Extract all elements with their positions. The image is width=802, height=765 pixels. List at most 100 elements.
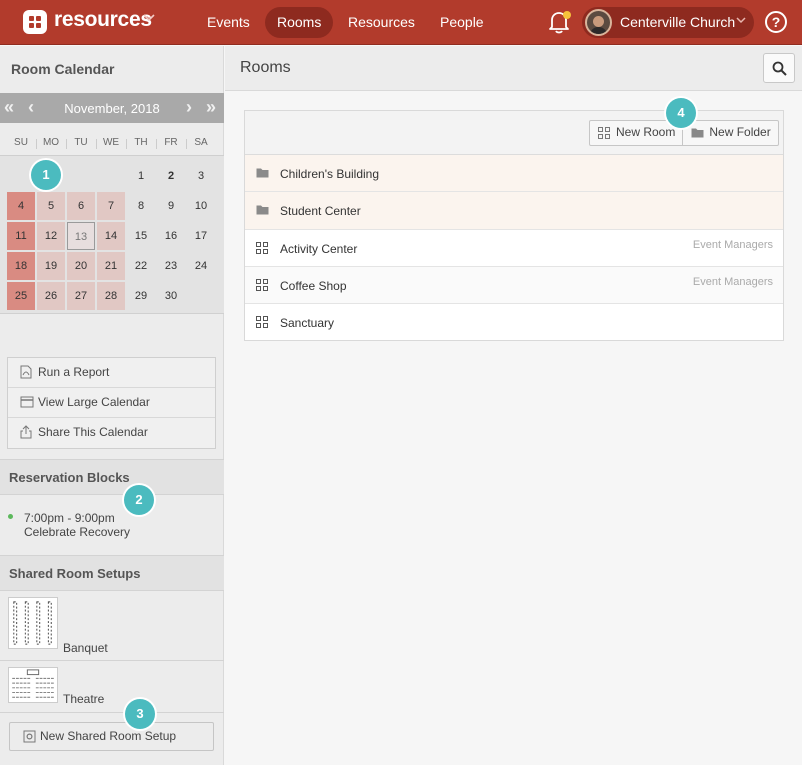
room-row-activity-center[interactable]: Activity Center Event Managers — [245, 230, 783, 267]
weekday-label: FR — [164, 137, 178, 148]
calendar-day[interactable]: 27 — [67, 282, 95, 310]
calendar-day[interactable]: 2 — [157, 162, 185, 190]
reservation-block-time[interactable]: 7:00pm - 9:00pm — [24, 511, 115, 525]
calendar-day[interactable]: 30 — [157, 282, 185, 310]
new-room-button[interactable]: New Room — [590, 121, 682, 145]
nav-resources[interactable]: Resources — [336, 7, 427, 38]
calendar-day[interactable]: 23 — [157, 252, 185, 280]
run-report-button[interactable]: Run a Report — [8, 358, 215, 388]
new-room-label: New Room — [616, 125, 676, 139]
calendar-day[interactable]: 6 — [67, 192, 95, 220]
room-row-sanctuary[interactable]: Sanctuary — [245, 304, 783, 341]
app-switcher-label[interactable]: resources — [54, 8, 152, 32]
setup-label-banquet: Banquet — [63, 641, 108, 655]
calendar-day[interactable]: 9 — [157, 192, 185, 220]
next-month-button[interactable]: › — [186, 97, 192, 118]
weekday-label: TH — [134, 137, 148, 148]
search-button[interactable] — [763, 53, 795, 83]
view-large-calendar-label: View Large Calendar — [38, 395, 150, 409]
theatre-layout-icon — [8, 667, 58, 703]
calendar-day[interactable]: 29 — [127, 282, 155, 310]
nav-rooms[interactable]: Rooms — [265, 7, 334, 38]
next-year-button[interactable]: » — [206, 97, 216, 118]
reservation-block-name[interactable]: Celebrate Recovery — [24, 525, 130, 539]
status-dot — [8, 514, 13, 519]
room-row-coffee-shop[interactable]: Coffee Shop Event Managers — [245, 267, 783, 304]
calendar-icon — [20, 396, 34, 408]
calendar-day[interactable]: 4 — [7, 192, 35, 220]
reservation-blocks-title: Reservation Blocks — [9, 470, 130, 485]
calendar-day[interactable]: 8 — [127, 192, 155, 220]
calendar-day[interactable]: 28 — [97, 282, 125, 310]
setup-item-banquet[interactable]: Banquet — [0, 592, 224, 661]
room-name: Coffee Shop — [280, 279, 347, 293]
gear-icon — [23, 730, 36, 743]
nav-events[interactable]: Events — [195, 7, 262, 38]
room-row-childrens-building[interactable]: Children's Building — [245, 155, 783, 192]
share-icon — [20, 425, 32, 439]
weekday-label: SU — [14, 137, 28, 148]
calendar-day[interactable]: 20 — [67, 252, 95, 280]
callout-badge-3: 3 — [125, 699, 155, 729]
new-folder-button[interactable]: New Folder — [682, 121, 777, 145]
calendar-day[interactable]: 5 — [37, 192, 65, 220]
calendar-day[interactable]: 10 — [187, 192, 215, 220]
calendar-day[interactable]: 12 — [37, 222, 65, 250]
calendar-day[interactable]: 14 — [97, 222, 125, 250]
calendar-day[interactable]: 3 — [187, 162, 215, 190]
avatar[interactable] — [585, 9, 612, 36]
calendar-day[interactable]: 26 — [37, 282, 65, 310]
folder-icon — [256, 168, 269, 178]
rooms-toolbar: New Room New Folder — [245, 111, 783, 155]
calendar-day[interactable]: 19 — [37, 252, 65, 280]
weekday-label: MO — [42, 137, 60, 148]
pdf-icon — [20, 365, 32, 379]
new-shared-room-setup-button[interactable]: New Shared Room Setup — [9, 722, 214, 751]
calendar-day[interactable]: 7 — [97, 192, 125, 220]
calendar-day[interactable]: 1 — [127, 162, 155, 190]
weekday-label: TU — [74, 137, 88, 148]
view-large-calendar-button[interactable]: View Large Calendar — [8, 388, 215, 418]
sidebar: Room Calendar « ‹ November, 2018 › » SU … — [0, 46, 224, 765]
calendar-day[interactable]: 13 — [67, 222, 95, 250]
callout-badge-1: 1 — [31, 160, 61, 190]
calendar-day[interactable]: 15 — [127, 222, 155, 250]
run-report-label: Run a Report — [38, 365, 110, 379]
help-icon[interactable]: ? — [765, 11, 787, 33]
room-name: Sanctuary — [280, 316, 335, 330]
room-name: Activity Center — [280, 242, 358, 256]
chevron-down-icon[interactable] — [736, 16, 746, 24]
grid-icon — [256, 242, 268, 254]
room-name: Student Center — [280, 204, 361, 218]
setup-item-theatre[interactable] — [0, 661, 224, 713]
calendar-day[interactable]: 22 — [127, 252, 155, 280]
chevron-down-icon[interactable] — [143, 13, 155, 23]
room-group-label: Event Managers — [692, 276, 773, 288]
weekday-label: SA — [194, 137, 208, 148]
grid-icon — [256, 316, 268, 328]
app-logo-icon[interactable] — [23, 10, 47, 34]
calendar-actions: Run a Report View Large Calendar Share T… — [7, 357, 216, 449]
room-calendar-title: Room Calendar — [11, 61, 115, 77]
rooms-panel: New Room New Folder Children's Building … — [244, 110, 784, 341]
weekday-label: WE — [102, 137, 120, 148]
room-name: Children's Building — [280, 167, 380, 181]
calendar-day[interactable]: 24 — [187, 252, 215, 280]
room-row-student-center[interactable]: Student Center — [245, 192, 783, 230]
calendar-day[interactable]: 17 — [187, 222, 215, 250]
grid-icon — [256, 279, 268, 291]
nav-people[interactable]: People — [428, 7, 496, 38]
calendar-day[interactable]: 18 — [7, 252, 35, 280]
calendar-day[interactable]: 11 — [7, 222, 35, 250]
calendar-day[interactable]: 21 — [97, 252, 125, 280]
share-calendar-button[interactable]: Share This Calendar — [8, 418, 215, 448]
org-name[interactable]: Centerville Church — [620, 14, 735, 30]
banquet-layout-icon — [8, 597, 58, 649]
callout-badge-4: 4 — [666, 98, 696, 128]
weekday-header: SU MO TU WE TH FR SA — [0, 132, 224, 156]
folder-icon — [256, 205, 269, 215]
grid-icon — [598, 127, 610, 139]
calendar-day[interactable]: 16 — [157, 222, 185, 250]
room-group-label: Event Managers — [692, 239, 773, 251]
calendar-day[interactable]: 25 — [7, 282, 35, 310]
